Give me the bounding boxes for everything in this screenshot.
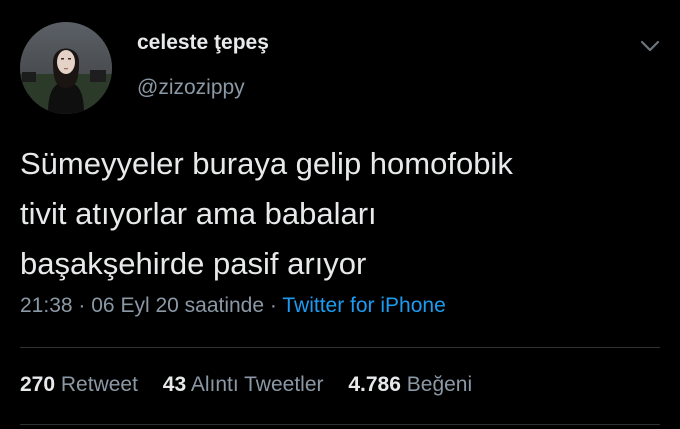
tweet-text-line: başakşehirde pasif arıyor xyxy=(20,246,367,281)
tweet-metadata: 21:38 · 06 Eyl 20 saatinde · Twitter for… xyxy=(20,294,446,318)
retweets-label: Retweet xyxy=(60,373,138,396)
tweet-text-line: tivit atıyorlar ama babaları xyxy=(20,196,377,231)
tweet-card: celeste ţepeş @zizozippy Sümeyyeler bura… xyxy=(0,0,680,429)
likes-count: 4.786 xyxy=(348,373,401,396)
quotes-label: Alıntı Tweetler xyxy=(190,373,324,396)
tweet-source-link[interactable]: Twitter for iPhone xyxy=(282,294,445,317)
retweets-count: 270 xyxy=(20,373,56,396)
meta-separator: · xyxy=(78,294,86,317)
avatar[interactable] xyxy=(20,22,112,114)
quotes-stat[interactable]: 43 Alıntı Tweetler xyxy=(163,373,324,396)
user-handle[interactable]: @zizozippy xyxy=(137,76,245,100)
retweets-stat[interactable]: 270 Retweet xyxy=(20,373,138,396)
quotes-count: 43 xyxy=(162,373,187,396)
display-name[interactable]: celeste ţepeş xyxy=(137,31,269,55)
likes-label: Beğeni xyxy=(406,373,473,396)
tweet-time[interactable]: 21:38 xyxy=(20,294,73,317)
chevron-down-icon[interactable] xyxy=(636,36,664,56)
likes-stat[interactable]: 4.786 Beğeni xyxy=(348,373,472,396)
meta-separator: · xyxy=(269,294,277,317)
engagement-stats: 270 Retweet 43 Alıntı Tweetler 4.786 Beğ… xyxy=(20,373,491,397)
tweet-text: Sümeyyeler buraya gelip homofobik tivit … xyxy=(20,139,660,289)
divider xyxy=(20,347,660,348)
divider xyxy=(20,424,660,425)
tweet-text-line: Sümeyyeler buraya gelip homofobik xyxy=(20,146,513,181)
profile-photo-image xyxy=(20,22,112,114)
tweet-date[interactable]: 06 Eyl 20 saatinde xyxy=(91,294,264,317)
